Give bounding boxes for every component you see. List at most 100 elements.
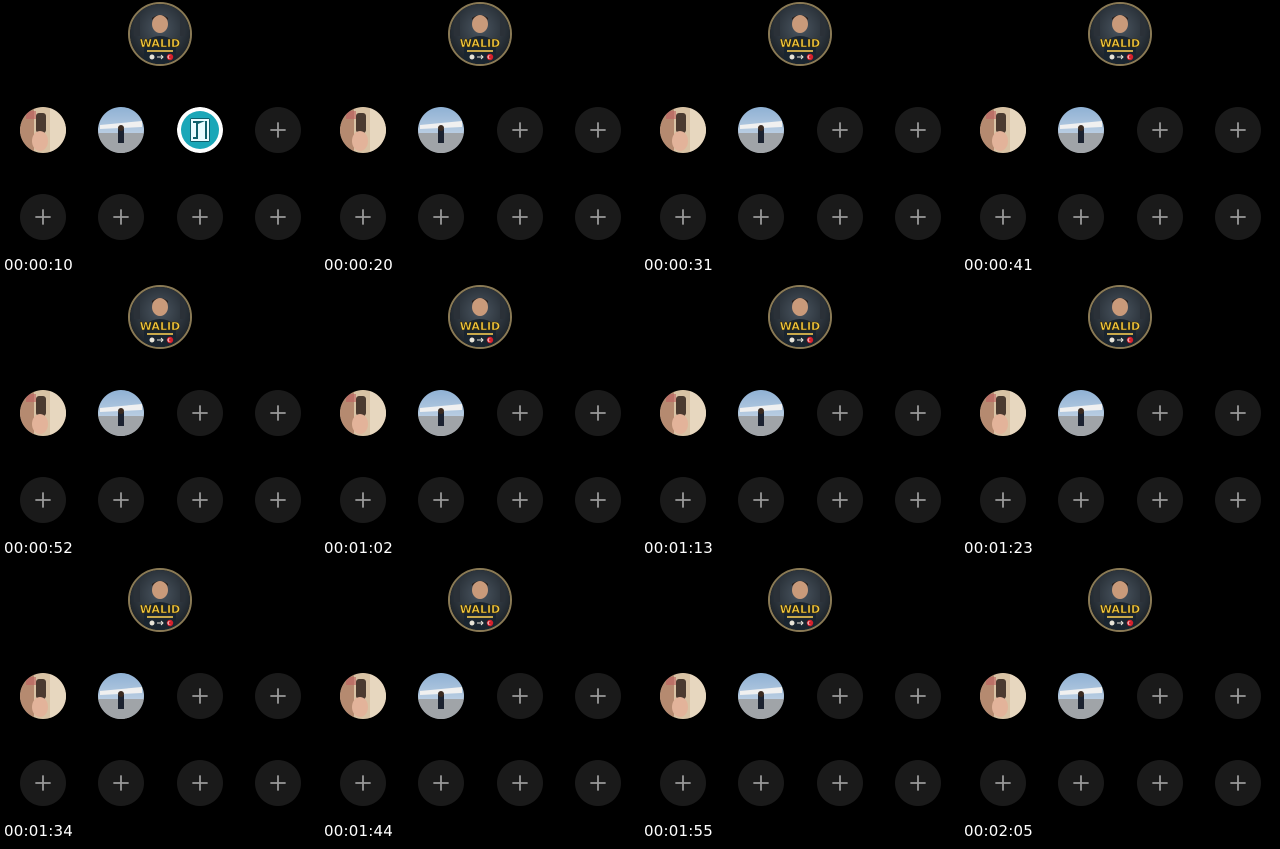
- add-highlight-button[interactable]: [1215, 390, 1261, 436]
- add-highlight-button[interactable]: [980, 477, 1026, 523]
- story-photo-icon[interactable]: [20, 390, 66, 436]
- add-highlight-button[interactable]: [980, 760, 1026, 806]
- story-plane-icon[interactable]: [418, 673, 464, 719]
- add-highlight-button[interactable]: [738, 477, 784, 523]
- story-photo-icon[interactable]: [340, 673, 386, 719]
- add-highlight-button[interactable]: [660, 760, 706, 806]
- add-highlight-button[interactable]: [895, 390, 941, 436]
- add-highlight-button[interactable]: [255, 477, 301, 523]
- add-highlight-button[interactable]: [497, 107, 543, 153]
- profile-avatar-icon[interactable]: WALID: [1088, 285, 1152, 349]
- story-plane-icon[interactable]: [1058, 107, 1104, 153]
- add-highlight-button[interactable]: [255, 673, 301, 719]
- add-highlight-button[interactable]: [575, 760, 621, 806]
- story-plane-icon[interactable]: [738, 673, 784, 719]
- add-highlight-button[interactable]: [177, 194, 223, 240]
- add-highlight-button[interactable]: [895, 107, 941, 153]
- add-highlight-button[interactable]: [660, 194, 706, 240]
- add-highlight-button[interactable]: [177, 760, 223, 806]
- add-highlight-button[interactable]: [497, 760, 543, 806]
- story-plane-icon[interactable]: [1058, 673, 1104, 719]
- add-highlight-button[interactable]: [1137, 477, 1183, 523]
- add-highlight-button[interactable]: [575, 673, 621, 719]
- story-photo-icon[interactable]: [20, 107, 66, 153]
- add-highlight-button[interactable]: [817, 477, 863, 523]
- story-plane-icon[interactable]: [418, 107, 464, 153]
- add-highlight-button[interactable]: [497, 673, 543, 719]
- add-highlight-button[interactable]: [817, 673, 863, 719]
- story-plane-icon[interactable]: [98, 390, 144, 436]
- story-photo-icon[interactable]: [660, 107, 706, 153]
- add-highlight-button[interactable]: [1058, 760, 1104, 806]
- add-highlight-button[interactable]: [660, 477, 706, 523]
- add-highlight-button[interactable]: [177, 477, 223, 523]
- story-plane-icon[interactable]: [418, 390, 464, 436]
- profile-avatar-icon[interactable]: WALID: [128, 285, 192, 349]
- add-highlight-button[interactable]: [255, 760, 301, 806]
- add-highlight-button[interactable]: [255, 390, 301, 436]
- add-highlight-button[interactable]: [98, 194, 144, 240]
- profile-avatar-icon[interactable]: WALID: [768, 568, 832, 632]
- story-photo-icon[interactable]: [980, 673, 1026, 719]
- profile-avatar-icon[interactable]: WALID: [448, 568, 512, 632]
- add-highlight-button[interactable]: [817, 194, 863, 240]
- add-highlight-button[interactable]: [255, 107, 301, 153]
- add-highlight-button[interactable]: [738, 760, 784, 806]
- add-highlight-button[interactable]: [1215, 760, 1261, 806]
- add-highlight-button[interactable]: [738, 194, 784, 240]
- add-highlight-button[interactable]: [895, 477, 941, 523]
- add-highlight-button[interactable]: [98, 477, 144, 523]
- profile-avatar-icon[interactable]: WALID: [768, 285, 832, 349]
- add-highlight-button[interactable]: [895, 760, 941, 806]
- add-highlight-button[interactable]: [497, 390, 543, 436]
- add-highlight-button[interactable]: [340, 760, 386, 806]
- profile-avatar-icon[interactable]: WALID: [448, 285, 512, 349]
- add-highlight-button[interactable]: [497, 194, 543, 240]
- profile-avatar-icon[interactable]: WALID: [1088, 2, 1152, 66]
- story-photo-icon[interactable]: [980, 107, 1026, 153]
- story-plane-icon[interactable]: [1058, 390, 1104, 436]
- add-highlight-button[interactable]: [1137, 760, 1183, 806]
- profile-avatar-icon[interactable]: WALID: [128, 2, 192, 66]
- add-highlight-button[interactable]: [1137, 673, 1183, 719]
- add-highlight-button[interactable]: [177, 390, 223, 436]
- add-highlight-button[interactable]: [1137, 194, 1183, 240]
- add-highlight-button[interactable]: [575, 390, 621, 436]
- add-highlight-button[interactable]: [1137, 390, 1183, 436]
- story-plane-icon[interactable]: [98, 107, 144, 153]
- add-highlight-button[interactable]: [575, 107, 621, 153]
- add-highlight-button[interactable]: [895, 673, 941, 719]
- add-highlight-button[interactable]: [1215, 673, 1261, 719]
- add-highlight-button[interactable]: [1215, 194, 1261, 240]
- add-highlight-button[interactable]: [895, 194, 941, 240]
- profile-avatar-icon[interactable]: WALID: [1088, 568, 1152, 632]
- story-plane-icon[interactable]: [738, 390, 784, 436]
- story-plane-icon[interactable]: [738, 107, 784, 153]
- add-highlight-button[interactable]: [20, 760, 66, 806]
- profile-avatar-icon[interactable]: WALID: [448, 2, 512, 66]
- add-highlight-button[interactable]: [255, 194, 301, 240]
- add-highlight-button[interactable]: [1137, 107, 1183, 153]
- add-highlight-button[interactable]: [418, 194, 464, 240]
- add-highlight-button[interactable]: [177, 673, 223, 719]
- add-highlight-button[interactable]: [1215, 107, 1261, 153]
- add-highlight-button[interactable]: [418, 477, 464, 523]
- add-highlight-button[interactable]: [497, 477, 543, 523]
- add-highlight-button[interactable]: [1058, 477, 1104, 523]
- profile-avatar-icon[interactable]: WALID: [768, 2, 832, 66]
- add-highlight-button[interactable]: [340, 477, 386, 523]
- add-highlight-button[interactable]: [1215, 477, 1261, 523]
- profile-avatar-icon[interactable]: WALID: [128, 568, 192, 632]
- add-highlight-button[interactable]: [98, 760, 144, 806]
- story-photo-icon[interactable]: [340, 390, 386, 436]
- story-plane-icon[interactable]: [98, 673, 144, 719]
- add-highlight-button[interactable]: [575, 194, 621, 240]
- story-photo-icon[interactable]: [660, 390, 706, 436]
- add-highlight-button[interactable]: [340, 194, 386, 240]
- story-photo-icon[interactable]: [980, 390, 1026, 436]
- story-photo-icon[interactable]: [20, 673, 66, 719]
- add-highlight-button[interactable]: [1058, 194, 1104, 240]
- add-highlight-button[interactable]: [817, 107, 863, 153]
- story-door-icon[interactable]: [177, 107, 223, 153]
- story-photo-icon[interactable]: [660, 673, 706, 719]
